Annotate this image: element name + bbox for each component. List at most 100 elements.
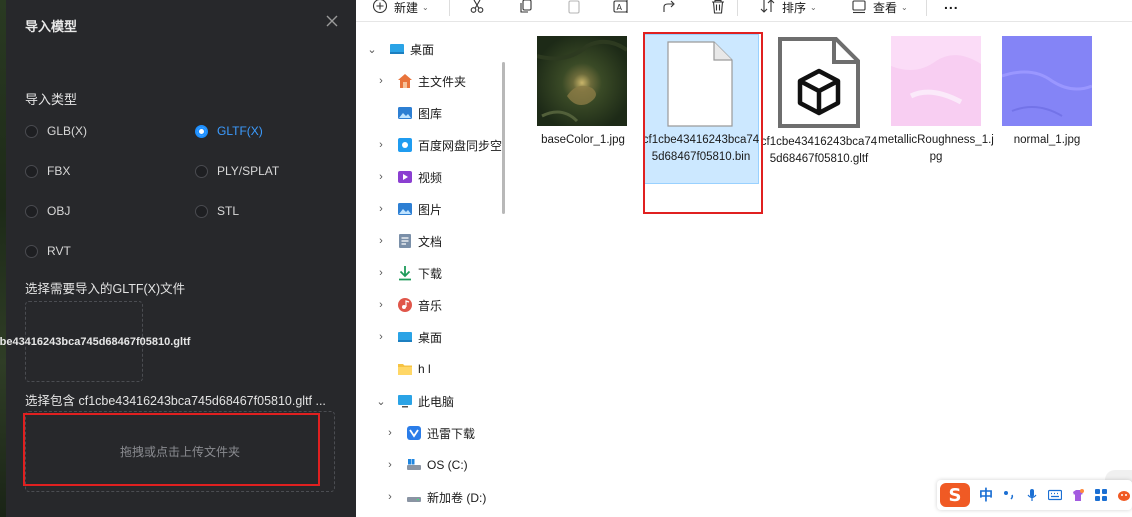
ime-mode-toggle[interactable]: 中 [979,485,993,505]
paste-button[interactable] [566,0,582,14]
chevron-right-icon[interactable]: › [376,139,386,151]
toolbar-divider [449,0,450,16]
chevron-right-icon[interactable]: › [376,75,386,87]
radio-gltf[interactable]: GLTF(X) [195,124,263,138]
chevron-right-icon[interactable]: › [376,235,386,247]
view-button[interactable]: 查看 ⌄ [851,0,908,15]
radio-obj[interactable]: OBJ [25,204,70,218]
file-item-basecolor[interactable]: baseColor_1.jpg [524,36,642,176]
file-name: cf1cbe43416243bca745d68467f05810.gltf [760,136,878,165]
satellite-thumbnail [537,36,627,126]
radio-label: RVT [47,244,71,258]
punctuation-icon[interactable] [1002,488,1016,502]
nav-item-xunlei[interactable]: › 迅雷下载 [356,417,508,449]
cut-button[interactable] [469,0,485,14]
file-name: cf1cbe43416243bca745d68467f05810.bin [642,134,760,163]
radio-glb[interactable]: GLB(X) [25,124,87,138]
chevron-right-icon[interactable]: › [385,491,395,503]
chevron-down-icon[interactable]: ⌄ [367,43,377,56]
sogou-logo-icon[interactable]: S [940,483,970,507]
keyboard-icon[interactable] [1048,488,1062,502]
file-name: normal_1.jpg [1013,134,1081,146]
folder-icon [398,364,412,375]
nav-item-hl-folder[interactable]: h l [356,353,508,385]
nav-item-documents[interactable]: › 文档 [356,225,508,257]
chevron-right-icon[interactable]: › [376,331,386,343]
nav-label: 新加卷 (D:) [427,490,487,505]
baidu-netdisk-icon [398,138,412,152]
chevron-right-icon[interactable]: › [376,171,386,183]
more-icon: ... [944,0,959,12]
radio-stl[interactable]: STL [195,204,239,218]
os-drive-icon [407,459,421,470]
sort-button[interactable]: 排序 ⌄ [760,0,817,15]
pink-texture-thumbnail [891,36,981,126]
copy-button[interactable] [518,0,534,14]
nav-item-video[interactable]: › 视频 [356,161,508,193]
nav-item-pictures[interactable]: › 图片 [356,193,508,225]
new-button[interactable]: 新建 ⌄ [372,0,429,15]
microphone-icon[interactable] [1025,488,1039,502]
toolbox-grid-icon[interactable] [1094,488,1108,502]
nav-label: 主文件夹 [418,74,467,89]
nav-label: OS (C:) [427,458,468,472]
nav-label: 桌面 [418,330,443,345]
file-item-normal[interactable]: normal_1.jpg [988,36,1106,176]
nav-item-gallery[interactable]: 图库 [356,97,508,129]
folder-dropzone[interactable]: 拖拽或点击上传文件夹 [25,411,335,492]
navigation-pane: ⌄ 桌面 › 主文件夹 图库 › 百度网盘同步空 › 视频 › 图片 › 文档 … [356,22,508,517]
radio-indicator [25,204,38,218]
nav-label: 此电脑 [418,394,455,409]
nav-label: 下载 [418,266,443,281]
share-button[interactable] [662,0,678,14]
pictures-icon [398,203,412,215]
chevron-right-icon[interactable]: › [376,203,386,215]
nav-item-drive-d[interactable]: › 新加卷 (D:) [356,481,508,513]
chevron-right-icon[interactable]: › [376,299,386,311]
skin-icon[interactable] [1071,488,1085,502]
nav-label: 图片 [418,202,443,217]
nav-item-downloads[interactable]: › 下载 [356,257,508,289]
file-select-label: 选择需要导入的GLTF(X)文件 [25,282,186,296]
chevron-right-icon[interactable]: › [385,459,395,471]
radio-label: GLTF(X) [217,124,263,138]
chevron-right-icon[interactable]: › [376,267,386,279]
blank-file-icon [667,41,733,127]
share-icon [663,0,675,12]
nav-label: 百度网盘同步空 [418,138,503,153]
chevron-down-icon[interactable]: ⌄ [376,395,386,408]
radio-fbx[interactable]: FBX [25,164,70,178]
file-item-gltf[interactable]: cf1cbe43416243bca745d68467f05810.gltf [760,36,878,186]
rename-icon: A [613,0,628,13]
mascot-icon[interactable] [1117,488,1131,502]
nav-item-music[interactable]: › 音乐 [356,289,508,321]
desktop-icon [390,44,404,54]
nav-label: 迅雷下载 [427,426,476,441]
paste-icon [568,0,580,14]
nav-item-desktop[interactable]: ⌄ 桌面 [356,33,508,65]
nav-item-home[interactable]: › 主文件夹 [356,65,508,97]
nav-item-baidu[interactable]: › 百度网盘同步空 [356,129,508,161]
file-item-metallic[interactable]: metallicRoughness_1.jpg [877,36,995,176]
file-item-bin[interactable]: cf1cbe43416243bca745d68467f05810.bin [642,34,760,184]
nav-item-desktop-2[interactable]: › 桌面 [356,321,508,353]
plus-circle-icon [372,0,388,14]
nav-item-this-pc[interactable]: ⌄ 此电脑 [356,385,508,417]
chevron-down-icon: ⌄ [810,2,817,12]
delete-button[interactable] [710,0,726,14]
radio-ply-splat[interactable]: PLY/SPLAT [195,164,279,178]
nav-label: h l [418,362,431,376]
home-icon [398,74,412,88]
chevron-right-icon[interactable]: › [385,427,395,439]
radio-rvt[interactable]: RVT [25,244,71,258]
rename-button[interactable]: A [613,0,631,14]
nav-item-os-c[interactable]: › OS (C:) [356,449,508,481]
gallery-icon [398,107,412,119]
radio-label: OBJ [47,204,71,218]
file-dropzone[interactable]: cf1cbe43416243bca745d68467f05810.gltf [0,301,190,382]
close-icon[interactable] [324,13,340,29]
file-list-area: baseColor_1.jpg cf1cbe43416243bca745d684… [511,22,1132,517]
more-options-button[interactable]: ... [944,0,959,12]
toolbar-divider [926,0,927,16]
sort-icon [760,0,775,13]
